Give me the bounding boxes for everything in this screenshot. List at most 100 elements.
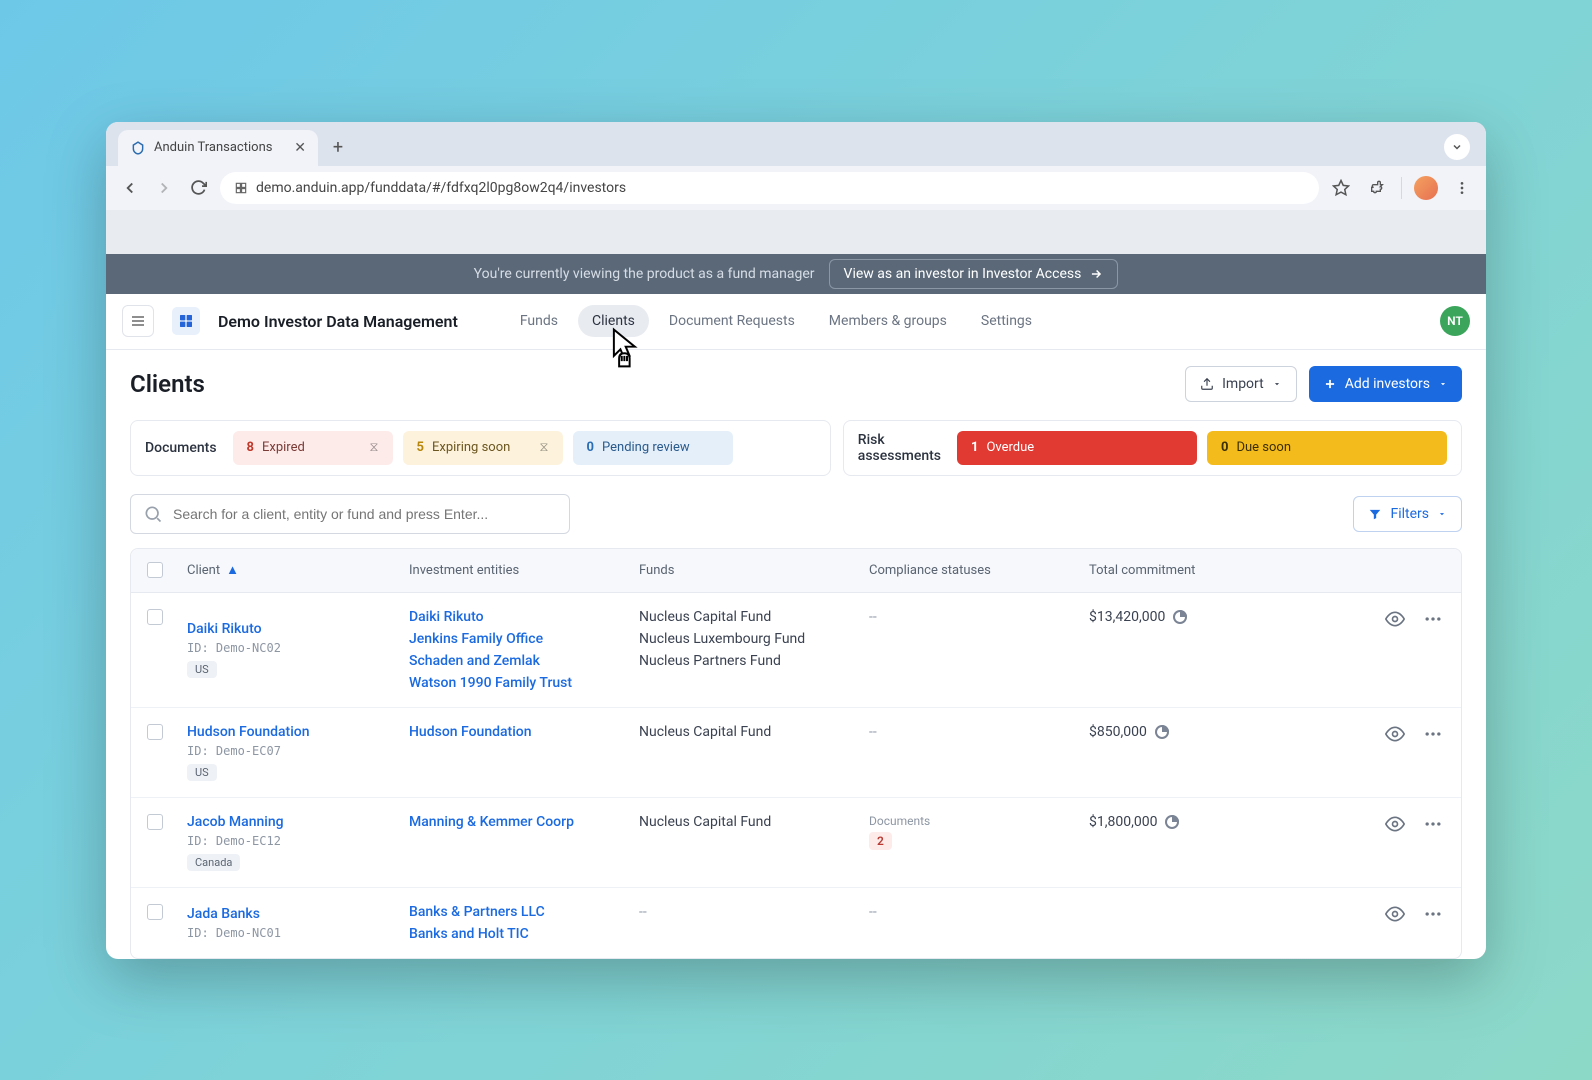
more-icon[interactable] xyxy=(1423,814,1443,871)
client-name-link[interactable]: Jacob Manning xyxy=(187,814,284,830)
view-as-investor-button[interactable]: View as an investor in Investor Access xyxy=(829,259,1119,289)
menu-icon[interactable] xyxy=(122,305,154,337)
url-bar[interactable]: demo.anduin.app/funddata/#/fdfxq2l0pg8ow… xyxy=(220,172,1319,204)
row-checkbox[interactable] xyxy=(147,609,163,625)
reload-icon[interactable] xyxy=(186,176,210,200)
overdue-label: Overdue xyxy=(986,440,1034,455)
column-funds[interactable]: Funds xyxy=(639,563,869,578)
table-row: Hudson Foundation ID: Demo-EC07 US Hudso… xyxy=(131,708,1461,798)
more-icon[interactable] xyxy=(1423,609,1443,691)
status-row: Documents 8 Expired ⧖ 5 Expiring soon ⧖ … xyxy=(130,420,1462,476)
nav-funds[interactable]: Funds xyxy=(506,305,572,337)
expiring-pill[interactable]: 5 Expiring soon ⧖ xyxy=(403,431,563,465)
banner-button-label: View as an investor in Investor Access xyxy=(844,266,1082,282)
page-title: Clients xyxy=(130,370,205,398)
plus-icon xyxy=(1323,377,1337,391)
column-commitment[interactable]: Total commitment xyxy=(1089,563,1309,578)
due-pill[interactable]: 0 Due soon xyxy=(1207,431,1447,465)
filter-icon xyxy=(1368,507,1382,521)
forward-icon[interactable] xyxy=(152,176,176,200)
entity-link[interactable]: Watson 1990 Family Trust xyxy=(409,675,639,691)
entity-link[interactable]: Hudson Foundation xyxy=(409,724,639,740)
column-compliance[interactable]: Compliance statuses xyxy=(869,563,1089,578)
new-tab-button[interactable]: + xyxy=(324,134,352,162)
due-count: 0 xyxy=(1221,440,1228,455)
compliance-badge[interactable]: 2 xyxy=(869,832,892,850)
country-pill: Canada xyxy=(187,854,240,871)
nav-settings[interactable]: Settings xyxy=(967,305,1046,337)
import-button[interactable]: Import xyxy=(1185,366,1297,402)
search-icon xyxy=(143,504,163,524)
tab-close-icon[interactable]: ✕ xyxy=(294,140,306,156)
pie-chart-icon[interactable] xyxy=(1155,725,1169,739)
row-checkbox[interactable] xyxy=(147,724,163,740)
tab-title: Anduin Transactions xyxy=(154,140,272,155)
back-icon[interactable] xyxy=(118,176,142,200)
add-investors-button[interactable]: Add investors xyxy=(1309,366,1462,402)
entity-link[interactable]: Manning & Kemmer Coorp xyxy=(409,814,639,830)
user-avatar[interactable]: NT xyxy=(1440,306,1470,336)
entity-link[interactable]: Jenkins Family Office xyxy=(409,631,639,647)
sort-asc-icon: ▲ xyxy=(226,562,239,578)
app-logo-icon xyxy=(172,307,200,335)
chevron-down-icon xyxy=(1272,379,1282,389)
commitment-value: $1,800,000 xyxy=(1089,814,1157,830)
search-box[interactable] xyxy=(130,494,570,534)
filter-row: Filters xyxy=(130,494,1462,534)
select-all-checkbox[interactable] xyxy=(147,562,163,578)
overdue-pill[interactable]: 1 Overdue xyxy=(957,431,1197,465)
profile-avatar-icon[interactable] xyxy=(1414,176,1438,200)
expiring-count: 5 xyxy=(417,440,424,455)
more-icon[interactable] xyxy=(1423,724,1443,781)
pending-label: Pending review xyxy=(602,440,690,455)
extensions-icon[interactable] xyxy=(1365,176,1389,200)
row-checkbox[interactable] xyxy=(147,904,163,920)
view-icon[interactable] xyxy=(1385,814,1405,871)
site-info-icon[interactable] xyxy=(234,181,248,195)
client-id: ID: Demo-EC07 xyxy=(187,744,310,758)
entity-link[interactable]: Banks & Partners LLC xyxy=(409,904,639,920)
view-icon[interactable] xyxy=(1385,904,1405,942)
top-nav: Funds Clients Document Requests Members … xyxy=(506,305,1046,337)
tab-favicon-icon xyxy=(130,140,146,156)
column-entities[interactable]: Investment entities xyxy=(409,563,639,578)
entity-link[interactable]: Banks and Holt TIC xyxy=(409,926,639,942)
bookmark-icon[interactable] xyxy=(1329,176,1353,200)
overdue-count: 1 xyxy=(971,440,978,455)
funds-empty: -- xyxy=(639,904,869,920)
column-client[interactable]: Client ▲ xyxy=(179,562,409,578)
row-checkbox[interactable] xyxy=(147,814,163,830)
entity-link[interactable]: Schaden and Zemlak xyxy=(409,653,639,669)
expired-pill[interactable]: 8 Expired ⧖ xyxy=(233,431,393,465)
chevron-down-icon xyxy=(1438,379,1448,389)
filters-button[interactable]: Filters xyxy=(1353,496,1462,532)
search-input[interactable] xyxy=(173,506,557,522)
view-icon[interactable] xyxy=(1385,724,1405,781)
client-name-link[interactable]: Hudson Foundation xyxy=(187,724,310,740)
client-name-link[interactable]: Daiki Rikuto xyxy=(187,621,281,637)
nav-members-groups[interactable]: Members & groups xyxy=(815,305,961,337)
country-pill: US xyxy=(187,764,217,781)
client-name-link[interactable]: Jada Banks xyxy=(187,906,281,922)
more-icon[interactable] xyxy=(1423,904,1443,942)
browser-tab[interactable]: Anduin Transactions ✕ xyxy=(118,130,318,166)
documents-label: Documents xyxy=(145,440,217,456)
expiring-label: Expiring soon xyxy=(432,440,510,455)
nav-clients[interactable]: Clients xyxy=(578,305,649,337)
client-id: ID: Demo-NC01 xyxy=(187,926,281,940)
pie-chart-icon[interactable] xyxy=(1165,815,1179,829)
filters-label: Filters xyxy=(1390,506,1429,522)
expired-count: 8 xyxy=(247,440,254,455)
table-row: Jada Banks ID: Demo-NC01 Banks & Partner… xyxy=(131,888,1461,958)
nav-document-requests[interactable]: Document Requests xyxy=(655,305,809,337)
pie-chart-icon[interactable] xyxy=(1173,610,1187,624)
tabs-dropdown-icon[interactable] xyxy=(1444,134,1470,160)
browser-menu-icon[interactable] xyxy=(1450,176,1474,200)
table-row: Jacob Manning ID: Demo-EC12 Canada Manni… xyxy=(131,798,1461,888)
fund-name: Nucleus Partners Fund xyxy=(639,653,869,669)
view-icon[interactable] xyxy=(1385,609,1405,691)
entity-link[interactable]: Daiki Rikuto xyxy=(409,609,639,625)
compliance-empty: -- xyxy=(869,904,877,920)
add-investors-label: Add investors xyxy=(1345,376,1430,392)
pending-pill[interactable]: 0 Pending review xyxy=(573,431,733,465)
